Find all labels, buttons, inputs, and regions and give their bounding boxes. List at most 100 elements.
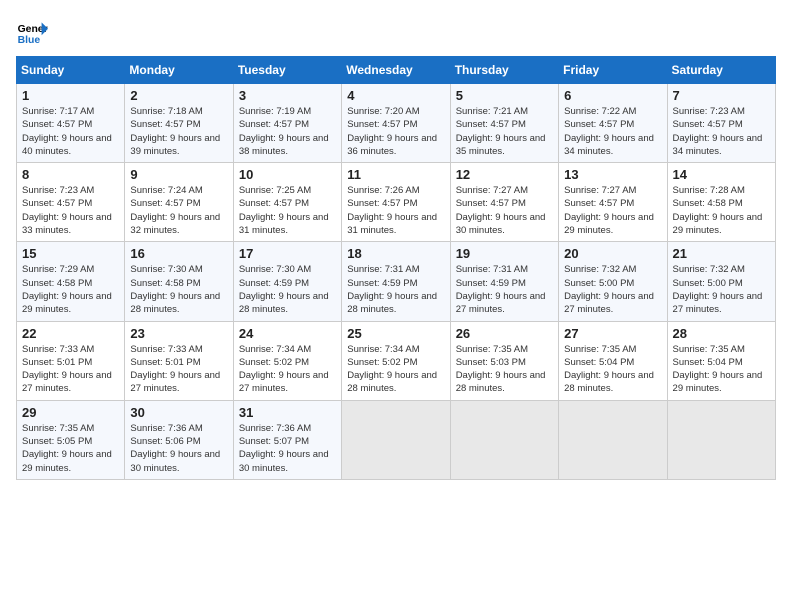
calendar-table: SundayMondayTuesdayWednesdayThursdayFrid… bbox=[16, 56, 776, 480]
calendar-cell: 8 Sunrise: 7:23 AM Sunset: 4:57 PM Dayli… bbox=[17, 163, 125, 242]
day-detail: Sunrise: 7:36 AM Sunset: 5:07 PM Dayligh… bbox=[239, 422, 336, 475]
day-number: 1 bbox=[22, 88, 119, 103]
day-detail: Sunrise: 7:24 AM Sunset: 4:57 PM Dayligh… bbox=[130, 184, 227, 237]
calendar-cell: 23 Sunrise: 7:33 AM Sunset: 5:01 PM Dayl… bbox=[125, 321, 233, 400]
calendar-cell: 26 Sunrise: 7:35 AM Sunset: 5:03 PM Dayl… bbox=[450, 321, 558, 400]
day-number: 10 bbox=[239, 167, 336, 182]
day-detail: Sunrise: 7:29 AM Sunset: 4:58 PM Dayligh… bbox=[22, 263, 119, 316]
calendar-cell: 21 Sunrise: 7:32 AM Sunset: 5:00 PM Dayl… bbox=[667, 242, 775, 321]
day-number: 28 bbox=[673, 326, 770, 341]
day-number: 18 bbox=[347, 246, 444, 261]
calendar-cell: 28 Sunrise: 7:35 AM Sunset: 5:04 PM Dayl… bbox=[667, 321, 775, 400]
day-detail: Sunrise: 7:27 AM Sunset: 4:57 PM Dayligh… bbox=[456, 184, 553, 237]
day-number: 8 bbox=[22, 167, 119, 182]
day-detail: Sunrise: 7:21 AM Sunset: 4:57 PM Dayligh… bbox=[456, 105, 553, 158]
calendar-cell: 29 Sunrise: 7:35 AM Sunset: 5:05 PM Dayl… bbox=[17, 400, 125, 479]
column-header-wednesday: Wednesday bbox=[342, 57, 450, 84]
calendar-cell: 3 Sunrise: 7:19 AM Sunset: 4:57 PM Dayli… bbox=[233, 84, 341, 163]
calendar-cell: 13 Sunrise: 7:27 AM Sunset: 4:57 PM Dayl… bbox=[559, 163, 667, 242]
calendar-body: 1 Sunrise: 7:17 AM Sunset: 4:57 PM Dayli… bbox=[17, 84, 776, 480]
day-detail: Sunrise: 7:35 AM Sunset: 5:04 PM Dayligh… bbox=[673, 343, 770, 396]
calendar-cell: 17 Sunrise: 7:30 AM Sunset: 4:59 PM Dayl… bbox=[233, 242, 341, 321]
day-detail: Sunrise: 7:33 AM Sunset: 5:01 PM Dayligh… bbox=[130, 343, 227, 396]
calendar-cell: 6 Sunrise: 7:22 AM Sunset: 4:57 PM Dayli… bbox=[559, 84, 667, 163]
day-detail: Sunrise: 7:32 AM Sunset: 5:00 PM Dayligh… bbox=[673, 263, 770, 316]
calendar-cell: 15 Sunrise: 7:29 AM Sunset: 4:58 PM Dayl… bbox=[17, 242, 125, 321]
day-detail: Sunrise: 7:31 AM Sunset: 4:59 PM Dayligh… bbox=[456, 263, 553, 316]
day-number: 19 bbox=[456, 246, 553, 261]
day-detail: Sunrise: 7:22 AM Sunset: 4:57 PM Dayligh… bbox=[564, 105, 661, 158]
calendar-cell: 10 Sunrise: 7:25 AM Sunset: 4:57 PM Dayl… bbox=[233, 163, 341, 242]
day-detail: Sunrise: 7:30 AM Sunset: 4:58 PM Dayligh… bbox=[130, 263, 227, 316]
day-number: 30 bbox=[130, 405, 227, 420]
calendar-week-row: 15 Sunrise: 7:29 AM Sunset: 4:58 PM Dayl… bbox=[17, 242, 776, 321]
calendar-cell bbox=[450, 400, 558, 479]
svg-text:Blue: Blue bbox=[18, 35, 41, 46]
day-detail: Sunrise: 7:35 AM Sunset: 5:05 PM Dayligh… bbox=[22, 422, 119, 475]
day-number: 17 bbox=[239, 246, 336, 261]
calendar-week-row: 29 Sunrise: 7:35 AM Sunset: 5:05 PM Dayl… bbox=[17, 400, 776, 479]
column-header-thursday: Thursday bbox=[450, 57, 558, 84]
calendar-cell: 9 Sunrise: 7:24 AM Sunset: 4:57 PM Dayli… bbox=[125, 163, 233, 242]
calendar-week-row: 8 Sunrise: 7:23 AM Sunset: 4:57 PM Dayli… bbox=[17, 163, 776, 242]
column-header-tuesday: Tuesday bbox=[233, 57, 341, 84]
column-header-friday: Friday bbox=[559, 57, 667, 84]
day-detail: Sunrise: 7:35 AM Sunset: 5:03 PM Dayligh… bbox=[456, 343, 553, 396]
day-number: 21 bbox=[673, 246, 770, 261]
day-number: 7 bbox=[673, 88, 770, 103]
calendar-cell: 31 Sunrise: 7:36 AM Sunset: 5:07 PM Dayl… bbox=[233, 400, 341, 479]
calendar-cell: 11 Sunrise: 7:26 AM Sunset: 4:57 PM Dayl… bbox=[342, 163, 450, 242]
calendar-cell: 24 Sunrise: 7:34 AM Sunset: 5:02 PM Dayl… bbox=[233, 321, 341, 400]
day-number: 13 bbox=[564, 167, 661, 182]
day-number: 20 bbox=[564, 246, 661, 261]
day-detail: Sunrise: 7:20 AM Sunset: 4:57 PM Dayligh… bbox=[347, 105, 444, 158]
calendar-cell: 20 Sunrise: 7:32 AM Sunset: 5:00 PM Dayl… bbox=[559, 242, 667, 321]
calendar-cell: 5 Sunrise: 7:21 AM Sunset: 4:57 PM Dayli… bbox=[450, 84, 558, 163]
day-number: 25 bbox=[347, 326, 444, 341]
day-detail: Sunrise: 7:27 AM Sunset: 4:57 PM Dayligh… bbox=[564, 184, 661, 237]
day-number: 23 bbox=[130, 326, 227, 341]
day-detail: Sunrise: 7:33 AM Sunset: 5:01 PM Dayligh… bbox=[22, 343, 119, 396]
day-detail: Sunrise: 7:36 AM Sunset: 5:06 PM Dayligh… bbox=[130, 422, 227, 475]
calendar-cell: 22 Sunrise: 7:33 AM Sunset: 5:01 PM Dayl… bbox=[17, 321, 125, 400]
calendar-cell: 30 Sunrise: 7:36 AM Sunset: 5:06 PM Dayl… bbox=[125, 400, 233, 479]
calendar-cell: 25 Sunrise: 7:34 AM Sunset: 5:02 PM Dayl… bbox=[342, 321, 450, 400]
day-detail: Sunrise: 7:23 AM Sunset: 4:57 PM Dayligh… bbox=[22, 184, 119, 237]
calendar-cell: 19 Sunrise: 7:31 AM Sunset: 4:59 PM Dayl… bbox=[450, 242, 558, 321]
calendar-week-row: 1 Sunrise: 7:17 AM Sunset: 4:57 PM Dayli… bbox=[17, 84, 776, 163]
calendar-cell: 12 Sunrise: 7:27 AM Sunset: 4:57 PM Dayl… bbox=[450, 163, 558, 242]
day-detail: Sunrise: 7:35 AM Sunset: 5:04 PM Dayligh… bbox=[564, 343, 661, 396]
logo: General Blue bbox=[16, 16, 48, 48]
day-detail: Sunrise: 7:31 AM Sunset: 4:59 PM Dayligh… bbox=[347, 263, 444, 316]
day-detail: Sunrise: 7:34 AM Sunset: 5:02 PM Dayligh… bbox=[347, 343, 444, 396]
calendar-cell: 14 Sunrise: 7:28 AM Sunset: 4:58 PM Dayl… bbox=[667, 163, 775, 242]
day-detail: Sunrise: 7:23 AM Sunset: 4:57 PM Dayligh… bbox=[673, 105, 770, 158]
calendar-cell: 7 Sunrise: 7:23 AM Sunset: 4:57 PM Dayli… bbox=[667, 84, 775, 163]
day-detail: Sunrise: 7:18 AM Sunset: 4:57 PM Dayligh… bbox=[130, 105, 227, 158]
day-detail: Sunrise: 7:28 AM Sunset: 4:58 PM Dayligh… bbox=[673, 184, 770, 237]
day-number: 22 bbox=[22, 326, 119, 341]
day-number: 29 bbox=[22, 405, 119, 420]
day-number: 27 bbox=[564, 326, 661, 341]
day-detail: Sunrise: 7:26 AM Sunset: 4:57 PM Dayligh… bbox=[347, 184, 444, 237]
logo-icon: General Blue bbox=[16, 16, 48, 48]
day-number: 12 bbox=[456, 167, 553, 182]
day-number: 11 bbox=[347, 167, 444, 182]
calendar-cell bbox=[667, 400, 775, 479]
day-detail: Sunrise: 7:32 AM Sunset: 5:00 PM Dayligh… bbox=[564, 263, 661, 316]
calendar-header-row: SundayMondayTuesdayWednesdayThursdayFrid… bbox=[17, 57, 776, 84]
day-number: 24 bbox=[239, 326, 336, 341]
day-detail: Sunrise: 7:34 AM Sunset: 5:02 PM Dayligh… bbox=[239, 343, 336, 396]
column-header-saturday: Saturday bbox=[667, 57, 775, 84]
day-detail: Sunrise: 7:17 AM Sunset: 4:57 PM Dayligh… bbox=[22, 105, 119, 158]
calendar-cell bbox=[559, 400, 667, 479]
day-number: 15 bbox=[22, 246, 119, 261]
day-detail: Sunrise: 7:25 AM Sunset: 4:57 PM Dayligh… bbox=[239, 184, 336, 237]
day-number: 9 bbox=[130, 167, 227, 182]
calendar-cell: 18 Sunrise: 7:31 AM Sunset: 4:59 PM Dayl… bbox=[342, 242, 450, 321]
day-number: 3 bbox=[239, 88, 336, 103]
calendar-cell: 27 Sunrise: 7:35 AM Sunset: 5:04 PM Dayl… bbox=[559, 321, 667, 400]
day-number: 6 bbox=[564, 88, 661, 103]
day-number: 26 bbox=[456, 326, 553, 341]
calendar-cell: 16 Sunrise: 7:30 AM Sunset: 4:58 PM Dayl… bbox=[125, 242, 233, 321]
